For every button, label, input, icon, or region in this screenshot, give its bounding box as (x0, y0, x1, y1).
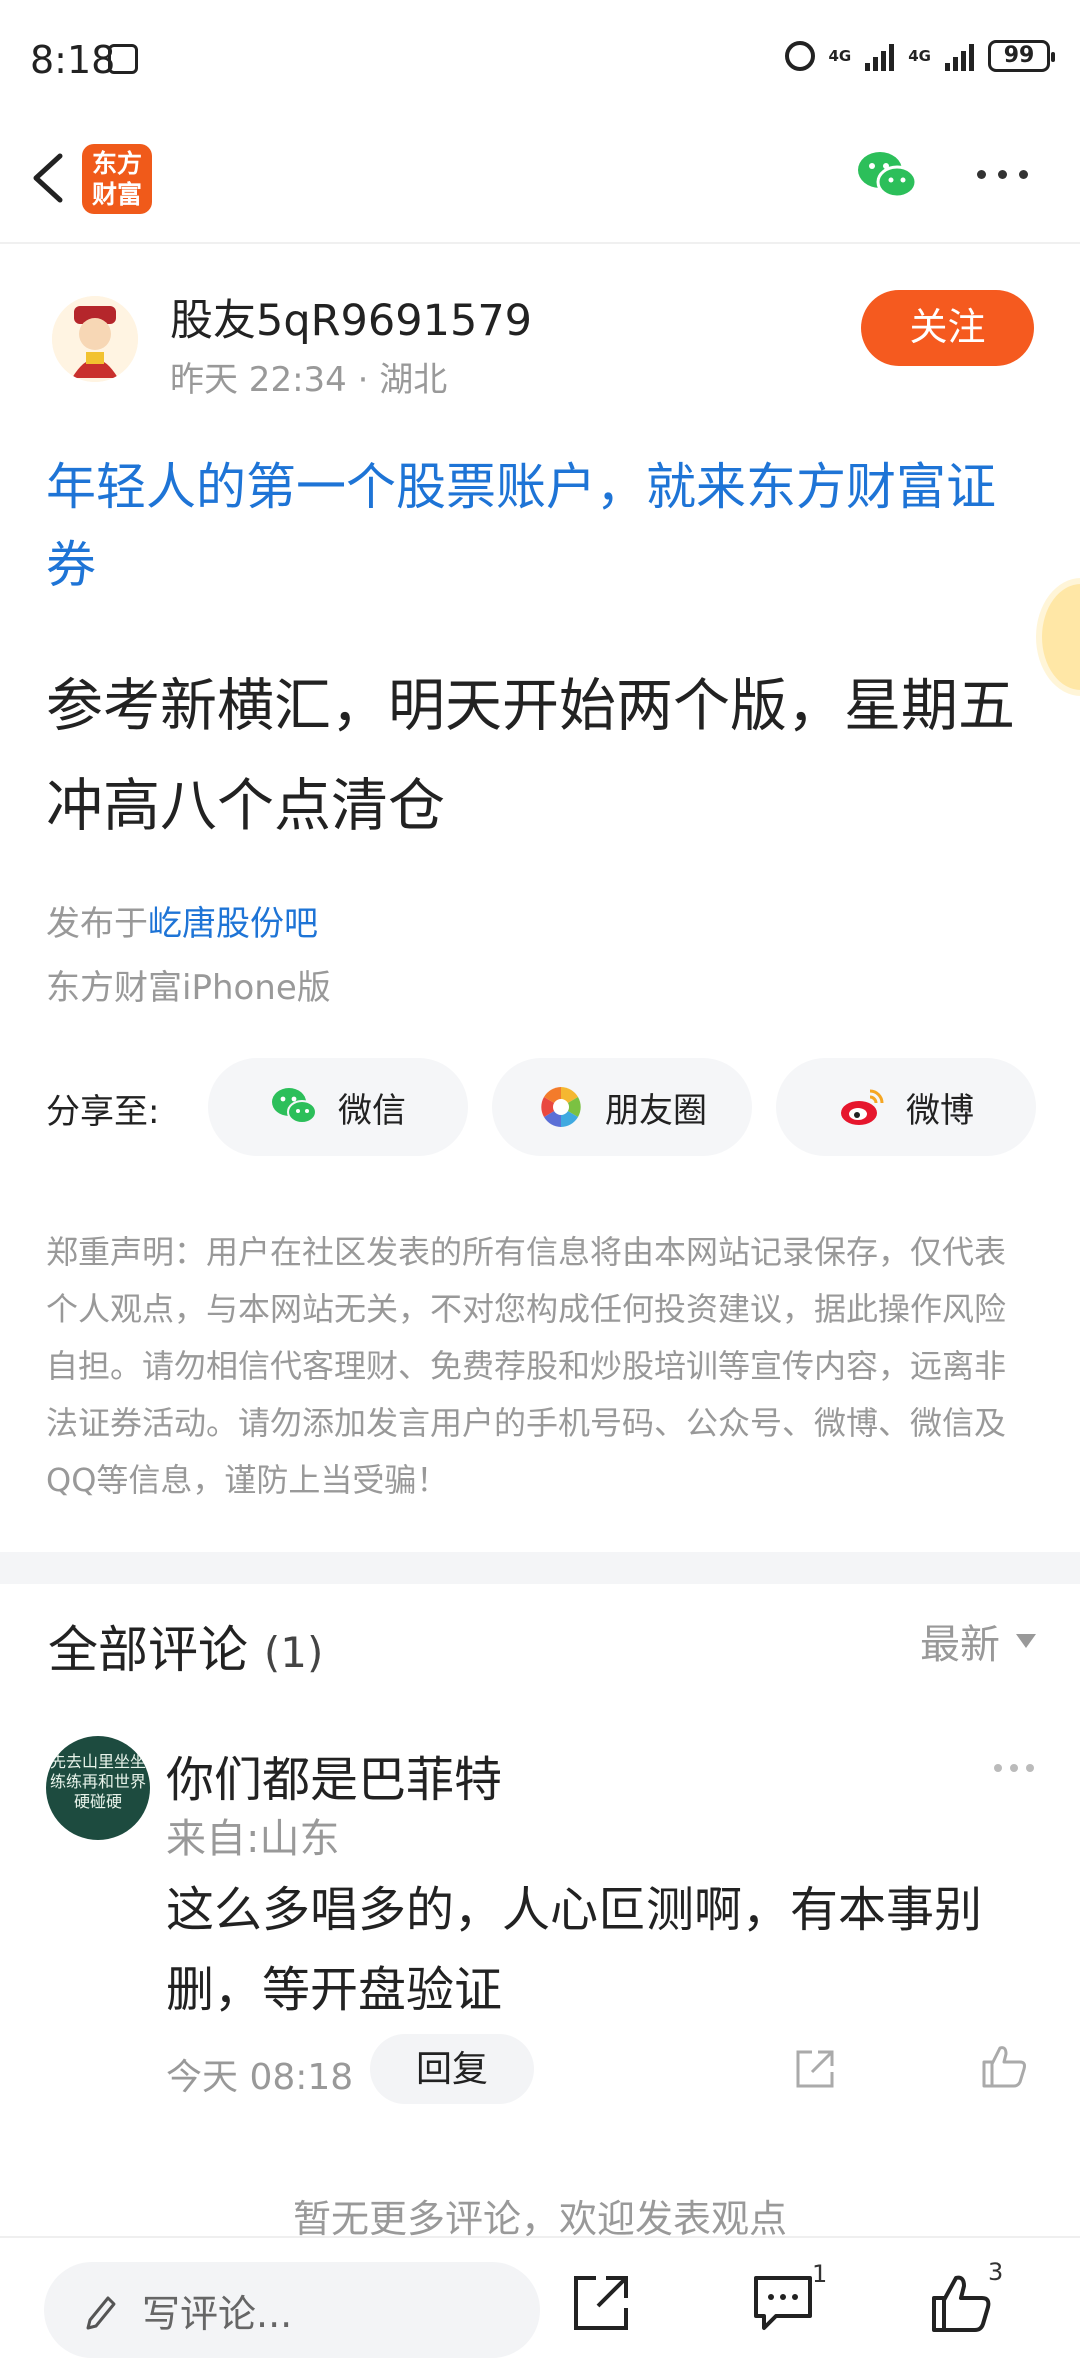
logo-text-line1: 东方 (91, 149, 142, 178)
share-moments-label: 朋友圈 (605, 1091, 707, 1130)
network-label-2: 4G (908, 47, 931, 65)
pencil-icon (86, 2296, 116, 2330)
sort-label: 最新 (920, 1622, 1000, 1668)
commenter-name[interactable]: 你们都是巴菲特 (166, 1740, 502, 1810)
author-name[interactable]: 股友5qR9691579 (170, 286, 532, 348)
published-in: 发布于屹唐股份吧 (46, 896, 318, 945)
comment-text: 这么多唱多的，人心叵测啊，有本事别删，等开盘验证 (166, 1882, 983, 2018)
author-avatar[interactable] (52, 296, 138, 382)
share-moments-button[interactable]: 朋友圈 (492, 1058, 752, 1156)
published-prefix: 发布于 (46, 904, 148, 944)
signal-icon-1 (865, 41, 895, 71)
status-time: 8:18 (30, 38, 116, 82)
weibo-icon (841, 1089, 884, 1125)
bottom-action-bar: 写评论... 1 3 (0, 2236, 1080, 2376)
comments-count: (1) (263, 1628, 324, 1677)
write-comment-input[interactable]: 写评论... (44, 2262, 540, 2358)
like-icon[interactable] (930, 2272, 992, 2334)
commenter-location: 来自:山东 (166, 1816, 340, 1862)
sort-dropdown[interactable]: 最新 (920, 1612, 1036, 1670)
commenter-avatar[interactable]: 先去山里坐坐练练再和世界硬碰硬 (46, 1736, 150, 1840)
client-source: 东方财富iPhone版 (46, 968, 331, 1008)
comment-like-icon[interactable] (980, 2042, 1028, 2090)
share-weibo-label: 微博 (906, 1091, 974, 1130)
network-label-1: 4G (828, 47, 852, 65)
status-bar: 8:18 4G 4G 99 (0, 0, 1080, 118)
back-arrow-icon[interactable] (22, 148, 82, 208)
status-icons: 4G 4G 99 (784, 40, 1055, 72)
triangle-down-icon (1016, 1634, 1036, 1648)
no-more-comments: 暂无更多评论，欢迎发表观点 (292, 2197, 787, 2241)
share-label: 分享至: (46, 1092, 160, 1132)
moments-icon (541, 1087, 581, 1127)
signal-icon-2 (945, 41, 974, 71)
follow-button[interactable]: 关注 (861, 290, 1034, 366)
alarm-icon (784, 41, 815, 71)
nfc-icon (108, 44, 138, 74)
wechat-share-icon[interactable] (856, 148, 918, 202)
comment-share-icon[interactable] (794, 2048, 836, 2090)
ad-title-link[interactable]: 年轻人的第一个股票账户，就来东方财富证券 (46, 448, 1036, 604)
comments-header: 全部评论 (1) (48, 1610, 323, 1682)
section-divider (0, 1552, 1080, 1584)
post-body: 参考新横汇，明天开始两个版，星期五冲高八个点清仓 (46, 673, 1015, 839)
share-icon[interactable] (570, 2272, 632, 2334)
like-count-badge: 3 (988, 2258, 1004, 2286)
wechat-icon (272, 1088, 317, 1124)
comments-title: 全部评论 (48, 1621, 248, 1679)
more-options-icon[interactable] (977, 170, 1028, 179)
share-wechat-button[interactable]: 微信 (208, 1058, 468, 1156)
battery-icon: 99 (988, 40, 1055, 72)
eastmoney-logo: 东方 财富 (82, 144, 152, 214)
comment-icon[interactable] (752, 2272, 814, 2334)
reply-button[interactable]: 回复 (370, 2034, 534, 2104)
share-weibo-button[interactable]: 微博 (776, 1058, 1036, 1156)
disclaimer-text: 郑重声明：用户在社区发表的所有信息将由本网站记录保存，仅代表个人观点，与本网站无… (46, 1233, 1007, 1499)
share-wechat-label: 微信 (338, 1091, 406, 1130)
post-meta: 昨天 22:34 · 湖北 (170, 360, 448, 400)
comment-more-icon[interactable] (994, 1764, 1034, 1772)
stock-bar-link[interactable]: 屹唐股份吧 (148, 904, 318, 944)
comment-time: 今天 08:18 (166, 2057, 354, 2098)
comment-count-badge: 1 (812, 2260, 828, 2288)
write-comment-placeholder: 写评论... (142, 2291, 293, 2336)
logo-text-line2: 财富 (91, 180, 142, 209)
top-nav-bar: 东方 财富 (0, 118, 1080, 244)
